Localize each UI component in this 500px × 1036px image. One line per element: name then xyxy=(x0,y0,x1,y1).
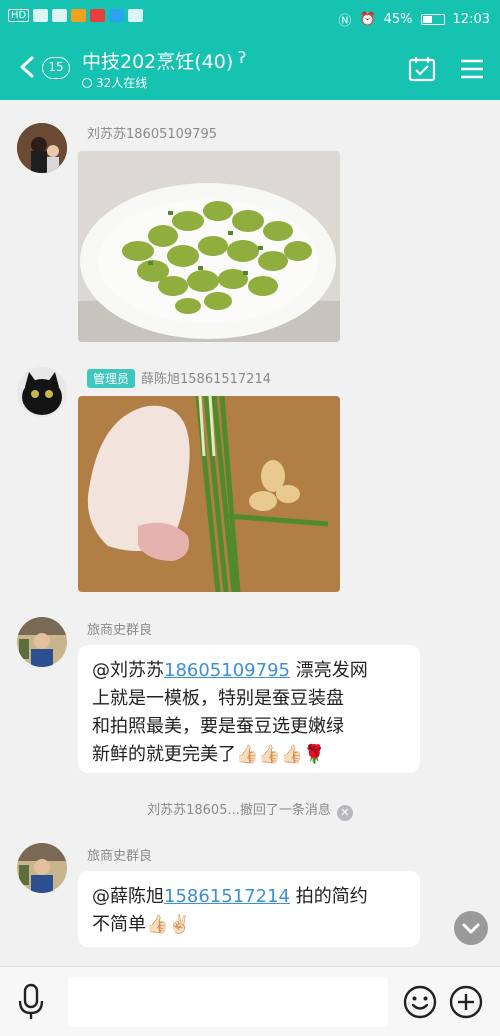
avatar[interactable] xyxy=(17,617,67,667)
status-bar: HD Ⓝ ⏰ 45% 12:03 xyxy=(0,0,500,36)
input-bar xyxy=(0,966,500,1036)
nfc-icon: Ⓝ xyxy=(338,14,352,29)
message-line: 上就是一模板，特别是蚕豆装盘 xyxy=(92,688,344,709)
alarm-icon: ⏰ xyxy=(359,12,376,27)
mention-phone-link[interactable]: 15861517214 xyxy=(164,886,290,907)
clock: 12:03 xyxy=(452,12,490,27)
message-line: 新鲜的就更完美了👍🏻👍🏻👍🏻🌹 xyxy=(92,744,326,765)
image-message-fava-beans[interactable] xyxy=(78,151,340,342)
mention-phone-link[interactable]: 18605109795 xyxy=(164,660,290,681)
online-icon xyxy=(82,77,92,88)
sender-name-row: 管理员 薛陈旭15861517214 xyxy=(87,368,271,388)
chat-header: 15 中技202烹饪(40) ʔ 32人在线 xyxy=(0,36,500,100)
hd-label: HD xyxy=(8,9,30,22)
close-icon[interactable]: ✕ xyxy=(336,805,353,821)
avatar[interactable] xyxy=(17,367,67,417)
sender-name: 刘苏苏18605109795 xyxy=(87,127,217,142)
microphone-icon[interactable] xyxy=(16,983,46,1021)
avatar[interactable] xyxy=(17,123,67,173)
text-message-bubble[interactable]: @薛陈旭15861517214 拍的简约 不简单👍🏻✌🏻 xyxy=(78,871,420,947)
app-icon xyxy=(71,9,87,22)
avatar[interactable] xyxy=(17,843,67,893)
message-line: 和拍照最美，要是蚕豆选更嫩绿 xyxy=(92,716,344,737)
admin-badge: 管理员 xyxy=(87,369,136,388)
message-text: 漂亮发网 xyxy=(289,660,368,681)
message-text: 拍的简约 xyxy=(289,886,368,907)
menu-icon[interactable] xyxy=(460,58,484,80)
battery-icon xyxy=(420,14,445,25)
calendar-check-icon[interactable] xyxy=(408,56,436,82)
emoji-icon[interactable] xyxy=(402,984,438,1020)
app-icon xyxy=(109,9,125,22)
unread-count-badge[interactable]: 15 xyxy=(42,57,70,79)
recall-notice: 刘苏苏18605...撤回了一条消息 ✕ xyxy=(0,799,500,821)
message-line: @刘苏苏18605109795 漂亮发网 xyxy=(92,657,406,685)
message-line: @薛陈旭15861517214 拍的简约 xyxy=(92,883,406,911)
scroll-down-button[interactable] xyxy=(454,911,488,945)
sender-name: 旅商史群良 xyxy=(87,849,153,864)
online-text: 32人在线 xyxy=(96,76,148,90)
mention-name: @刘苏苏 xyxy=(92,660,164,681)
app-icon xyxy=(90,9,106,22)
status-left: HD xyxy=(8,9,144,22)
plus-icon[interactable] xyxy=(448,984,484,1020)
back-icon[interactable] xyxy=(14,52,42,82)
online-status: 32人在线 xyxy=(82,74,147,91)
wechat-icon xyxy=(52,9,68,22)
sender-name: 旅商史群良 xyxy=(87,623,153,638)
status-right: Ⓝ ⏰ 45% 12:03 xyxy=(338,10,490,29)
text-message-bubble[interactable]: @刘苏苏18605109795 漂亮发网 上就是一模板，特别是蚕豆装盘 和拍照最… xyxy=(78,645,420,773)
message-line: 不简单👍🏻✌🏻 xyxy=(92,914,191,935)
mention-name: @薛陈旭 xyxy=(92,886,164,907)
app-icon xyxy=(128,9,144,22)
battery-percent: 45% xyxy=(383,12,413,27)
image-message-chicken[interactable] xyxy=(78,396,340,592)
ear-icon: ʔ xyxy=(238,48,247,67)
signal-icon xyxy=(33,9,49,22)
page-title: 中技202烹饪(40) xyxy=(82,51,234,73)
scroll-down-icon xyxy=(462,923,480,934)
message-input[interactable] xyxy=(68,977,388,1027)
sender-name: 薛陈旭15861517214 xyxy=(141,372,271,387)
recall-text: 刘苏苏18605...撤回了一条消息 xyxy=(147,803,331,818)
